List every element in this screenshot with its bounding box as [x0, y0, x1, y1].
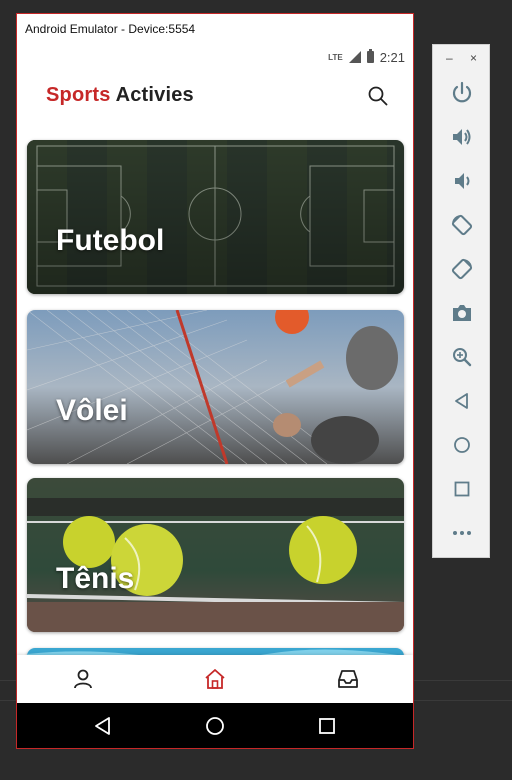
minimize-icon[interactable]: –	[446, 51, 453, 65]
volleyball-image	[27, 310, 404, 464]
profile-icon[interactable]	[71, 667, 95, 691]
app-title-sports: Sports	[46, 84, 111, 106]
emulator-title: Android Emulator - Device:5554	[17, 14, 413, 44]
back-icon[interactable]	[450, 389, 474, 413]
zoom-icon[interactable]	[450, 345, 474, 369]
battery-icon	[366, 49, 374, 63]
activities-list: Futebol Vôlei Tênis	[17, 122, 413, 655]
volume-down-icon[interactable]	[450, 169, 474, 193]
network-type: LTE	[328, 52, 343, 62]
close-icon[interactable]: ×	[470, 51, 477, 65]
water-image	[27, 648, 404, 655]
app-title: Sports Activies	[46, 84, 194, 107]
status-time: 2:21	[379, 49, 405, 65]
card-label: Vôlei	[56, 394, 128, 427]
card-label: Tênis	[56, 562, 135, 595]
search-icon[interactable]	[367, 85, 389, 107]
back-icon[interactable]	[92, 715, 114, 737]
soccer-field-image	[27, 140, 404, 294]
tennis-image	[27, 478, 404, 632]
bottom-navigation	[17, 655, 413, 703]
card-tenis[interactable]: Tênis	[27, 478, 404, 632]
rotate-left-icon[interactable]	[450, 213, 474, 237]
recents-icon[interactable]	[316, 715, 338, 737]
home-icon[interactable]	[450, 433, 474, 457]
signal-icon	[348, 51, 361, 63]
app-title-activies: Activies	[115, 84, 194, 106]
inbox-icon[interactable]	[336, 667, 360, 691]
card-futebol[interactable]: Futebol	[27, 140, 404, 294]
rotate-right-icon[interactable]	[450, 257, 474, 281]
emulator-side-toolbar: – ×	[432, 44, 490, 558]
volume-up-icon[interactable]	[450, 125, 474, 149]
card-water[interactable]	[27, 648, 404, 655]
card-volei[interactable]: Vôlei	[27, 310, 404, 464]
card-label: Futebol	[56, 224, 165, 257]
app-bar: Sports Activies	[17, 70, 413, 122]
power-icon[interactable]	[450, 81, 474, 105]
home-circle-icon[interactable]	[204, 715, 226, 737]
camera-icon[interactable]	[450, 301, 474, 325]
android-navigation-bar	[17, 703, 413, 748]
home-icon[interactable]	[203, 667, 227, 691]
more-icon[interactable]	[450, 521, 474, 545]
emulator-window: Android Emulator - Device:5554 LTE 2:21 …	[16, 13, 414, 749]
overview-icon[interactable]	[450, 477, 474, 501]
status-bar: LTE 2:21	[17, 44, 413, 70]
